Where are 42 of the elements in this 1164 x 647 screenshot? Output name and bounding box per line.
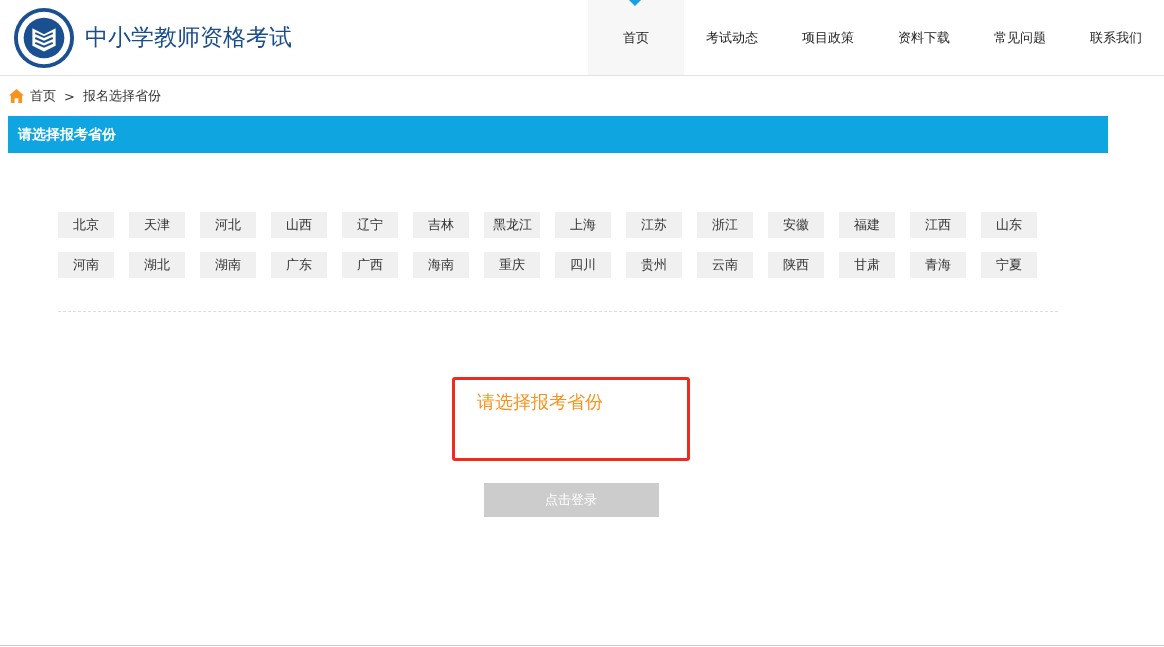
province-button[interactable]: 甘肃 <box>839 252 895 278</box>
province-button[interactable]: 浙江 <box>697 212 753 238</box>
nav-tab[interactable]: 考试动态 <box>684 0 780 75</box>
province-button[interactable]: 江西 <box>910 212 966 238</box>
province-button[interactable]: 天津 <box>129 212 185 238</box>
nav-tab[interactable]: 首页 <box>588 0 684 75</box>
section-title-bar: 请选择报考省份 <box>8 116 1108 153</box>
province-button[interactable]: 吉林 <box>413 212 469 238</box>
province-button[interactable]: 河南 <box>58 252 114 278</box>
province-button[interactable]: 河北 <box>200 212 256 238</box>
province-button[interactable]: 安徽 <box>768 212 824 238</box>
province-button[interactable]: 贵州 <box>626 252 682 278</box>
province-button[interactable]: 山东 <box>981 212 1037 238</box>
breadcrumb-current: 报名选择省份 <box>82 87 161 105</box>
province-button[interactable]: 北京 <box>58 212 114 238</box>
province-button[interactable]: 上海 <box>555 212 611 238</box>
province-button[interactable]: 江苏 <box>626 212 682 238</box>
nav-tab[interactable]: 常见问题 <box>972 0 1068 75</box>
nav-tab[interactable]: 资料下载 <box>876 0 972 75</box>
province-button[interactable]: 山西 <box>271 212 327 238</box>
nav-tab[interactable]: 联系我们 <box>1068 0 1164 75</box>
province-button[interactable]: 黑龙江 <box>484 212 540 238</box>
province-button[interactable]: 青海 <box>910 252 966 278</box>
province-button[interactable]: 湖北 <box>129 252 185 278</box>
home-icon <box>9 89 24 103</box>
emblem-logo-icon <box>13 6 75 69</box>
breadcrumb-separator: > <box>64 88 75 104</box>
province-button[interactable]: 四川 <box>555 252 611 278</box>
site-title: 中小学教师资格考试 <box>85 23 292 52</box>
province-button[interactable]: 重庆 <box>484 252 540 278</box>
province-button[interactable]: 广西 <box>342 252 398 278</box>
province-button[interactable]: 湖南 <box>200 252 256 278</box>
province-button[interactable]: 广东 <box>271 252 327 278</box>
breadcrumb-link[interactable]: 首页 <box>30 87 56 105</box>
prompt-text: 请选择报考省份 <box>477 391 603 412</box>
province-button[interactable]: 福建 <box>839 212 895 238</box>
province-button[interactable]: 辽宁 <box>342 212 398 238</box>
province-button[interactable]: 云南 <box>697 252 753 278</box>
province-button[interactable]: 宁夏 <box>981 252 1037 278</box>
nav-tab[interactable]: 项目政策 <box>780 0 876 75</box>
province-button[interactable]: 陕西 <box>768 252 824 278</box>
province-button[interactable]: 海南 <box>413 252 469 278</box>
